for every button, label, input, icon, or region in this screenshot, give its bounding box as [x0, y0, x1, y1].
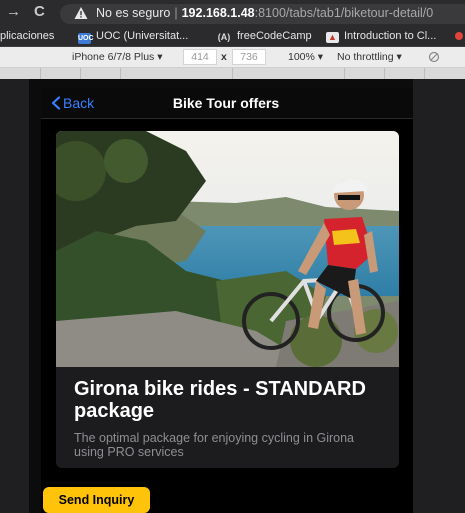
url-path: :8100/tabs/tab1/biketour-detail/0	[254, 6, 434, 20]
forward-arrow-icon[interactable]: →	[6, 4, 21, 20]
card-subtitle: The optimal package for enjoying cycling…	[74, 431, 355, 459]
cyclist-photo	[56, 131, 399, 367]
ruler-tick	[384, 68, 385, 79]
bookmark-label: freeCodeCamp	[237, 30, 312, 42]
uoc-icon: UOC	[78, 33, 94, 44]
bookmark-freecodecamp[interactable]: (A) freeCodeCamp	[216, 30, 312, 43]
bookmark-overflow-icon[interactable]	[455, 32, 463, 40]
ruler-tick	[120, 68, 121, 79]
bookmark-icon: ▲	[326, 32, 339, 43]
rotate-icon[interactable]	[428, 51, 440, 63]
zoom-select[interactable]: 100% ▾	[288, 51, 323, 63]
bookmark-label: plicaciones	[0, 30, 55, 42]
bookmark-label: UOC (Universitat...	[96, 30, 189, 42]
back-button[interactable]: Back	[51, 95, 94, 111]
card-title: Girona bike rides - STANDARD package	[74, 378, 366, 422]
security-label: No es seguro	[96, 6, 171, 20]
ruler-tick	[40, 68, 41, 79]
bookmark-label: Introduction to Cl...	[344, 30, 437, 42]
throttling-select[interactable]: No throttling ▾	[337, 51, 402, 63]
page-title: Bike Tour offers	[172, 95, 280, 111]
bookmark-apps[interactable]: plicaciones	[0, 30, 54, 43]
url-host: 192.168.1.48	[181, 6, 255, 20]
back-label: Back	[63, 95, 95, 111]
device-select[interactable]: iPhone 6/7/8 Plus ▾	[72, 51, 163, 63]
dimension-times: x	[221, 51, 227, 63]
ruler-tick	[424, 68, 425, 79]
bookmark-uoc[interactable]: UOC UOC (Universitat...	[78, 30, 188, 44]
url-text[interactable]: No es seguro | 192.168.1.48:8100/tabs/tab1…	[96, 6, 433, 20]
url-separator: |	[174, 6, 178, 20]
reload-icon[interactable]: C	[34, 4, 45, 20]
send-inquiry-button[interactable]: Send Inquiry	[43, 487, 150, 513]
device-height-input[interactable]: 736	[232, 49, 266, 65]
device-width-input[interactable]: 414	[183, 49, 217, 65]
warning-icon	[74, 7, 88, 19]
freecodecamp-icon: (A)	[217, 32, 231, 42]
chevron-left-icon	[51, 96, 61, 110]
bookmark-introduction[interactable]: ▲ Introduction to Cl...	[326, 30, 436, 43]
ruler-tick	[232, 68, 233, 79]
ruler-tick	[344, 68, 345, 79]
ruler-tick	[80, 68, 81, 79]
